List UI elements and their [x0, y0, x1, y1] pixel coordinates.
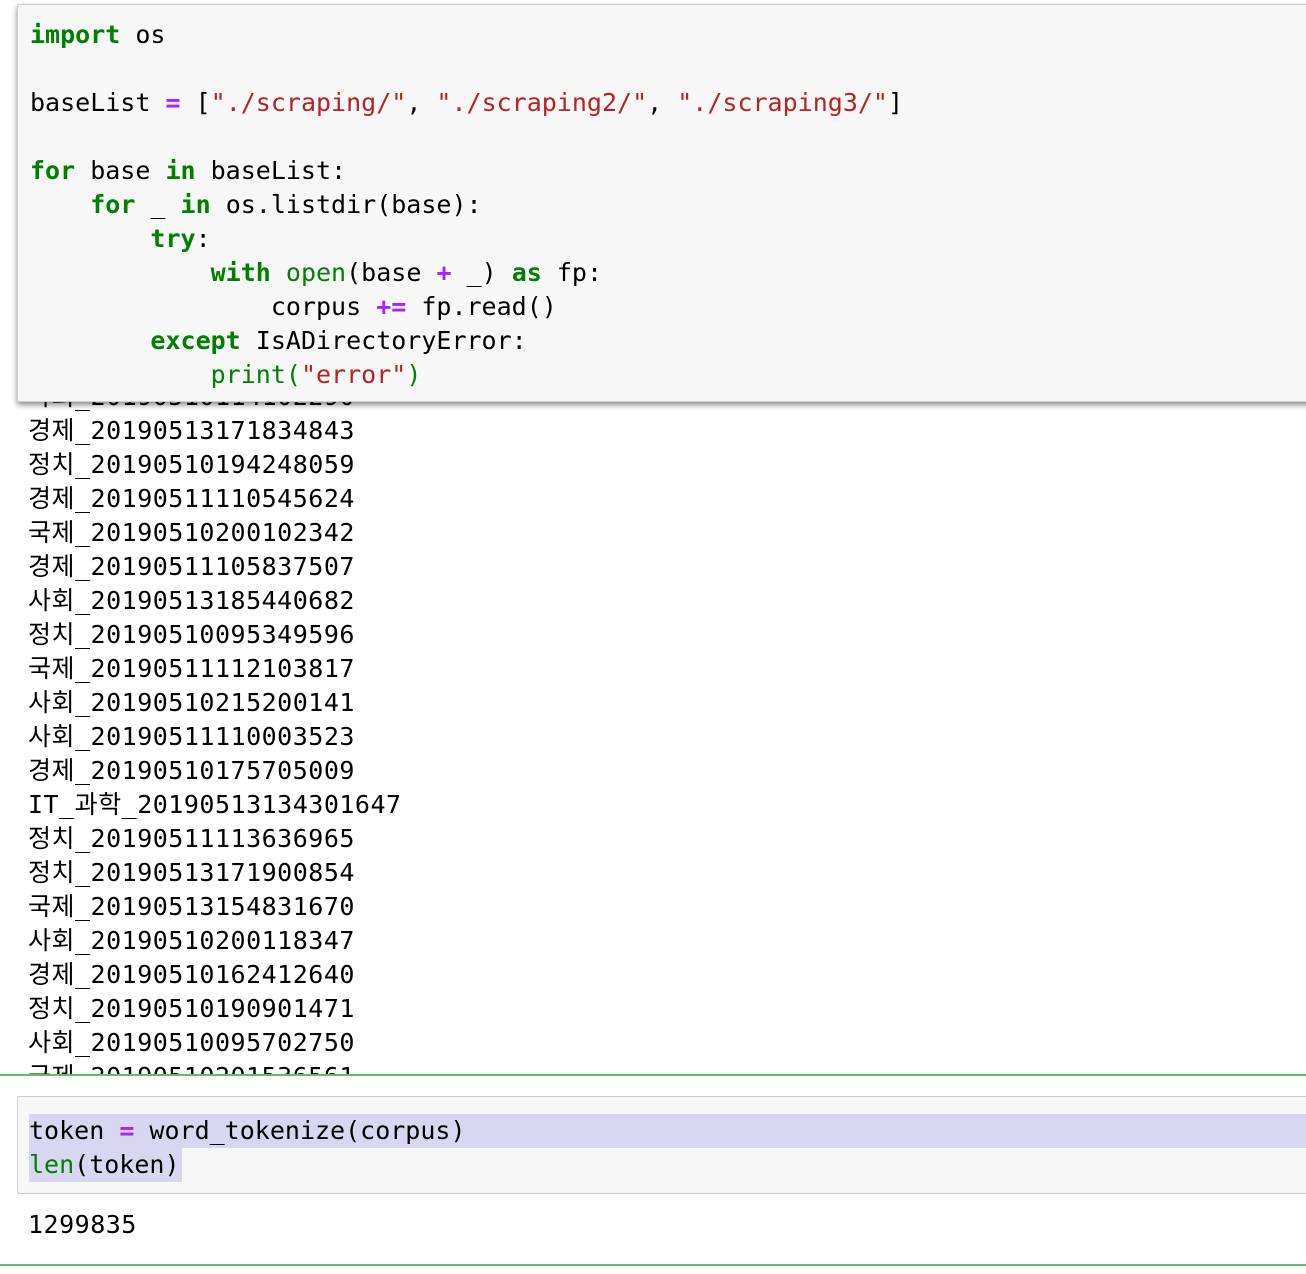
code-cell-1[interactable]: import os baseList = ["./scraping/", "./…: [17, 4, 1306, 402]
code-line: baseList = ["./scraping/", "./scraping2/…: [30, 86, 903, 120]
code-token: print: [210, 360, 286, 389]
code-token: for: [90, 190, 136, 219]
code-token: IsADirectoryError:: [240, 326, 527, 355]
code-token: (base: [346, 258, 437, 287]
code-token: (: [285, 360, 301, 389]
code-line: print("error"): [30, 358, 903, 392]
code-token: ): [406, 360, 422, 389]
cell-divider: [0, 1074, 1306, 1076]
output-area[interactable]: 사회_20190510114102290 경제_2019051317183484…: [0, 380, 1306, 1074]
code-cell-2[interactable]: token = word_tokenize(corpus) len(token): [17, 1096, 1306, 1194]
output-line: 경제_20190511105837507: [28, 552, 355, 581]
code-token: =: [119, 1116, 135, 1145]
code-line: for _ in os.listdir(base):: [30, 188, 903, 222]
output-line: 경제_20190510175705009: [28, 756, 355, 785]
code-token: as: [511, 258, 542, 287]
output-line: IT_과학_20190513134301647: [28, 790, 402, 819]
code-token: baseList: [30, 88, 166, 117]
code-token: "error": [300, 360, 407, 389]
code-line: for base in baseList:: [30, 154, 903, 188]
code-token: +: [436, 258, 452, 287]
code-token: "./scraping2/": [436, 88, 648, 117]
code-token: os: [120, 20, 166, 49]
code-token: open: [285, 258, 347, 287]
code-token: "./scraping/": [210, 88, 407, 117]
output-line: 국제_20190513154831670: [28, 892, 355, 921]
code-token: token: [29, 1116, 120, 1145]
code-line: except IsADirectoryError:: [30, 324, 903, 358]
code-token: _): [451, 258, 512, 287]
code-line: try:: [30, 222, 903, 256]
code-editor[interactable]: import os baseList = ["./scraping/", "./…: [30, 18, 903, 392]
output-line: 정치_20190513171900854: [28, 858, 355, 887]
output-line: 경제_20190513171834843: [28, 416, 355, 445]
code-token: len: [29, 1150, 75, 1179]
code-line: import os: [30, 18, 903, 52]
code-token: except: [150, 326, 241, 355]
output-line: 국제_20190510200102342: [28, 518, 355, 547]
code-line: corpus += fp.read(): [30, 290, 903, 324]
code-token: ,: [647, 88, 678, 117]
code-token: for: [30, 156, 76, 185]
code-token: :: [195, 224, 211, 253]
code-token: ,: [406, 88, 437, 117]
output-line: 사회_20190510215200141: [28, 688, 355, 717]
output-line: 국제_20190511112103817: [28, 654, 355, 683]
code-token: in: [165, 156, 196, 185]
code-token: with: [210, 258, 271, 287]
code-token: =: [165, 88, 181, 117]
code-token: "./scraping3/": [677, 88, 888, 117]
output-list: 사회_20190510114102290 경제_2019051317183484…: [28, 380, 402, 1074]
code-token: _: [135, 190, 181, 219]
output-line-partial-bottom: 국제_20190510201536561: [28, 1060, 402, 1074]
code-token: word_tokenize(corpus): [134, 1116, 466, 1145]
code-token: fp:: [541, 258, 603, 287]
code-token: (token): [74, 1150, 180, 1179]
code-token: ]: [887, 88, 904, 117]
code-token: +=: [376, 292, 407, 321]
output-line: 정치_20190511113636965: [28, 824, 355, 853]
output-line: 정치_20190510095349596: [28, 620, 355, 649]
code-token: import: [30, 20, 121, 49]
code-line-token[interactable]: token = word_tokenize(corpus): [29, 1114, 1306, 1148]
code-line: with open(base + _) as fp:: [30, 256, 903, 290]
cell-2-output: 1299835: [28, 1210, 137, 1239]
output-line: 정치_20190510190901471: [28, 994, 355, 1023]
output-line: 경제_20190510162412640: [28, 960, 355, 989]
code-token: baseList:: [195, 156, 347, 185]
code-token: try: [150, 224, 196, 253]
output-line: 경제_20190511110545624: [28, 484, 355, 513]
code-token: corpus: [30, 292, 377, 321]
output-line: 정치_20190510194248059: [28, 450, 355, 479]
code-token: in: [180, 190, 211, 219]
code-token: [: [180, 88, 211, 117]
code-token: os.listdir(base):: [210, 190, 482, 219]
code-token: fp.read(): [406, 292, 557, 321]
output-line: 사회_20190510200118347: [28, 926, 355, 955]
output-line: 사회_20190513185440682: [28, 586, 355, 615]
code-line-len[interactable]: len(token): [29, 1148, 182, 1182]
output-line: 사회_20190510095702750: [28, 1028, 355, 1057]
code-token: base: [75, 156, 166, 185]
cell-divider-bottom: [0, 1264, 1306, 1266]
output-line: 사회_20190511110003523: [28, 722, 355, 751]
